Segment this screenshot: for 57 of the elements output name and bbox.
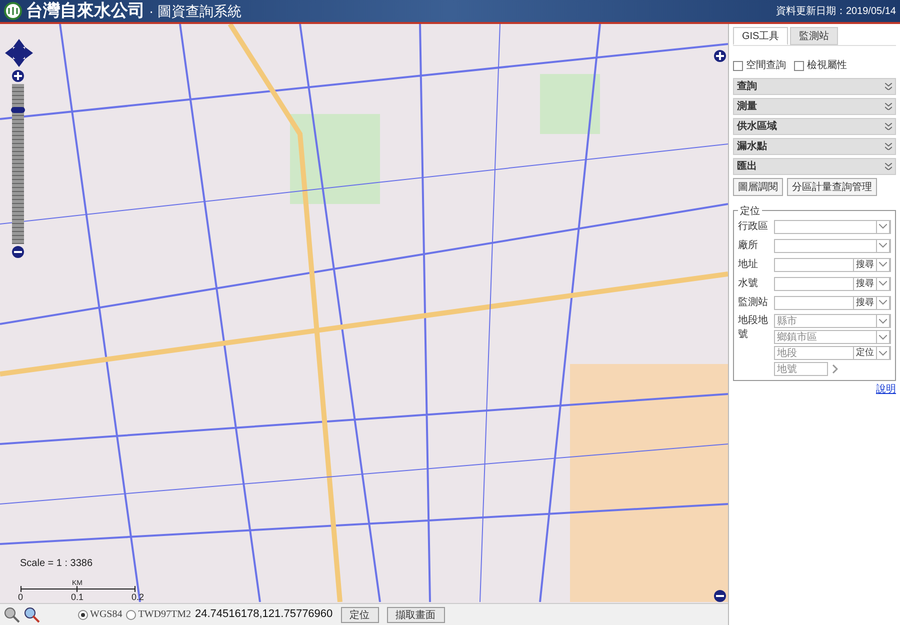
zoom-in-magnifier-icon[interactable]: [24, 606, 40, 622]
field-label: 水號: [738, 276, 759, 291]
accordion-header[interactable]: 匯出: [733, 158, 896, 175]
checkbox-label: 空間查詢: [746, 58, 786, 73]
pan-control-icon[interactable]: [4, 38, 34, 68]
select-field[interactable]: [774, 220, 891, 234]
checkbox-label: 檢視屬性: [807, 58, 847, 73]
coordinate-radio[interactable]: [126, 610, 136, 620]
zoom-slider-thumb[interactable]: [11, 107, 25, 114]
select-field[interactable]: 縣市: [774, 314, 891, 328]
panel-button[interactable]: 圖層調閱: [733, 178, 783, 196]
coordinate-radio[interactable]: [78, 610, 88, 620]
minus-icon: [14, 248, 22, 256]
search-field[interactable]: 搜尋: [774, 276, 891, 290]
logo-icon: [4, 2, 22, 20]
update-date: 資料更新日期：2019/05/14: [776, 4, 896, 18]
select-field[interactable]: 地段 定位: [774, 346, 891, 360]
parcel-number-input[interactable]: 地號: [774, 362, 828, 376]
panel-tab[interactable]: GIS工具: [733, 27, 788, 45]
app-title: 台灣自來水公司: [26, 0, 145, 22]
zoom-out-magnifier-icon[interactable]: [4, 606, 20, 622]
field-label: 行政區: [738, 220, 769, 234]
field-label: 監測站: [738, 296, 769, 310]
zoom-slider-track[interactable]: [12, 84, 24, 244]
accordion-header[interactable]: 漏水點: [733, 138, 896, 155]
double-chevron-icon: [885, 103, 892, 110]
toolbar-button[interactable]: 擷取畫面: [386, 606, 445, 622]
field-label: 廠所: [738, 238, 759, 253]
zoom-in-button[interactable]: [714, 50, 726, 62]
toolbar-button[interactable]: 定位: [340, 606, 379, 622]
search-field[interactable]: 搜尋: [774, 258, 891, 272]
search-field[interactable]: 搜尋: [774, 296, 891, 310]
zoom-in-button[interactable]: [12, 70, 24, 82]
checkbox[interactable]: [733, 60, 743, 70]
field-label: 地段地號: [738, 314, 769, 342]
select-field[interactable]: 鄉鎮市區: [774, 330, 891, 344]
scale-tick-label: 0.1: [70, 593, 84, 602]
double-chevron-icon: [885, 83, 892, 90]
panel-tab[interactable]: 監測站: [790, 27, 838, 45]
select-field[interactable]: [774, 238, 891, 252]
accordion-header[interactable]: 測量: [733, 98, 896, 115]
help-link[interactable]: 說明: [876, 382, 896, 397]
panel-button[interactable]: 分區計量查詢管理: [787, 178, 877, 196]
accordion-header[interactable]: 查詢: [733, 78, 896, 95]
scale-tick-label: 0: [18, 593, 24, 602]
double-chevron-icon: [885, 163, 892, 170]
coordinate-value: 24.74516178,121.75776960: [195, 607, 333, 622]
field-label: 地址: [738, 258, 759, 272]
coordinate-radio-label: TWD97TM2: [138, 608, 192, 622]
accordion-header[interactable]: 供水區域: [733, 118, 896, 135]
minus-icon: [716, 592, 724, 600]
app-subtitle: · 圖資查詢系統: [149, 2, 242, 20]
coordinate-radio-label: WGS84: [90, 608, 122, 622]
zoom-out-button[interactable]: [12, 246, 24, 258]
double-chevron-icon: [885, 123, 892, 130]
checkbox[interactable]: [794, 60, 804, 70]
double-chevron-icon: [885, 143, 892, 150]
